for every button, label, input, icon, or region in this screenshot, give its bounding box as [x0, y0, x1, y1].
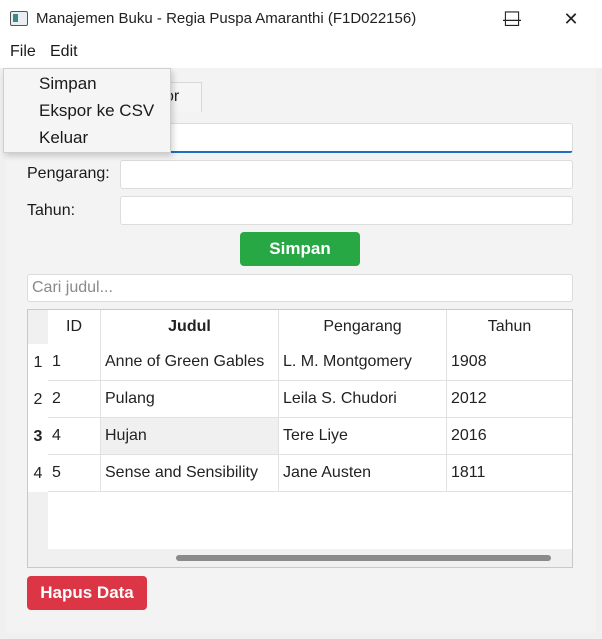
table-cell[interactable]: Sense and Sensibility: [101, 455, 279, 492]
pengarang-input[interactable]: [120, 160, 573, 189]
table-cell[interactable]: Anne of Green Gables: [101, 344, 279, 381]
table-corner: [28, 310, 48, 344]
row-number[interactable]: 1: [28, 344, 48, 381]
maximize-icon: ☐: [503, 8, 521, 31]
window-title: Manajemen Buku - Regia Puspa Amaranthi (…: [36, 10, 417, 27]
pengarang-label: Pengarang:: [27, 165, 110, 182]
books-table[interactable]: ID Judul Pengarang Tahun 1 1 Anne of Gre…: [27, 309, 573, 568]
row-number[interactable]: 2: [28, 381, 48, 418]
save-button[interactable]: Simpan: [240, 232, 360, 266]
header-judul[interactable]: Judul: [101, 310, 279, 344]
judul-input[interactable]: [120, 123, 573, 153]
header-id[interactable]: ID: [48, 310, 101, 344]
table-cell[interactable]: 2012: [447, 381, 572, 418]
table-cell[interactable]: 2016: [447, 418, 572, 455]
menu-item-simpan[interactable]: Simpan: [39, 74, 97, 94]
menu-item-keluar[interactable]: Keluar: [39, 128, 88, 148]
table-cell[interactable]: 5: [48, 455, 101, 492]
menu-edit[interactable]: Edit: [50, 43, 78, 61]
menu-bar: File Edit: [0, 38, 602, 68]
header-pengarang[interactable]: Pengarang: [279, 310, 447, 344]
table-cell[interactable]: Pulang: [101, 381, 279, 418]
search-placeholder: Cari judul...: [32, 279, 113, 296]
table-cell[interactable]: Tere Liye: [279, 418, 447, 455]
search-input[interactable]: Cari judul...: [27, 274, 573, 302]
menu-item-ekspor-csv[interactable]: Ekspor ke CSV: [39, 101, 154, 121]
table-cell[interactable]: L. M. Montgomery: [279, 344, 447, 381]
row-number[interactable]: 3: [28, 418, 48, 455]
table-cell[interactable]: Leila S. Chudori: [279, 381, 447, 418]
table-cell[interactable]: 1811: [447, 455, 572, 492]
row-number[interactable]: 4: [28, 455, 48, 492]
table-cell-selected[interactable]: Hujan: [101, 418, 279, 455]
scrollbar-thumb[interactable]: [176, 555, 551, 561]
close-icon: ✕: [563, 8, 579, 29]
title-bar: Manajemen Buku - Regia Puspa Amaranthi (…: [0, 0, 602, 38]
table-cell[interactable]: Jane Austen: [279, 455, 447, 492]
table-cell[interactable]: 2: [48, 381, 101, 418]
close-button[interactable]: ✕: [540, 0, 602, 38]
tahun-input[interactable]: [120, 196, 573, 225]
table-cell[interactable]: 4: [48, 418, 101, 455]
menu-file[interactable]: File: [10, 43, 36, 61]
delete-button[interactable]: Hapus Data: [27, 576, 147, 610]
table-cell[interactable]: 1: [48, 344, 101, 381]
header-tahun[interactable]: Tahun: [447, 310, 572, 344]
table-cell[interactable]: 1908: [447, 344, 572, 381]
tahun-label: Tahun:: [27, 202, 76, 219]
app-icon: [10, 11, 28, 26]
maximize-button[interactable]: ☐: [484, 0, 540, 38]
file-menu-dropdown: Simpan Ekspor ke CSV Keluar: [3, 68, 171, 153]
